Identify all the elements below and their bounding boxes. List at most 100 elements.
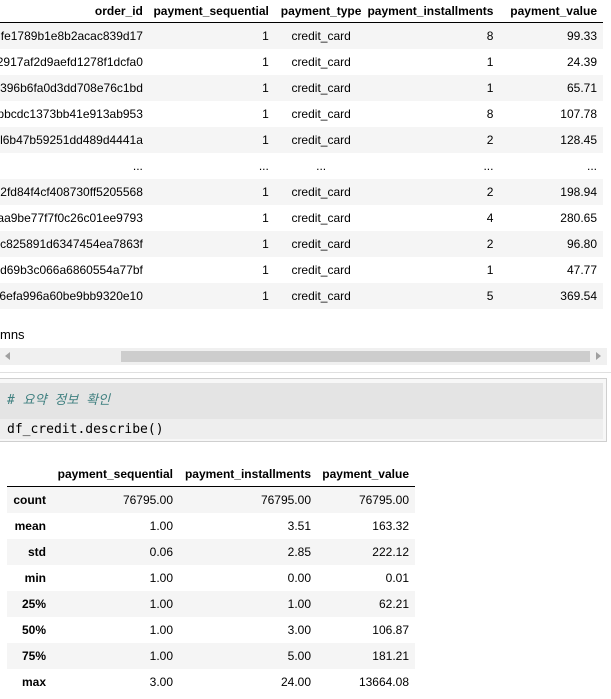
table-row: pbcdc1373bb41e913ab953 1 credit_card 8 107.7… bbox=[0, 101, 603, 127]
table-cell: 76795.00 bbox=[179, 486, 317, 513]
table-cell: 1.00 bbox=[179, 591, 317, 617]
table-row: 50% 1.00 3.00 106.87 bbox=[7, 617, 415, 643]
row-label: 25% bbox=[7, 591, 52, 617]
table-cell: 1.00 bbox=[149, 623, 173, 637]
table-cell: 99.33 bbox=[499, 22, 603, 49]
table-cell: 1 bbox=[148, 231, 275, 257]
describe-dataframe: payment_sequential payment_installments pa… bbox=[7, 461, 415, 695]
table-cell: 1 bbox=[148, 22, 275, 49]
table-cell: 2fd84f4cf408730ff5205568 bbox=[0, 179, 149, 205]
table-cell: 280.65 bbox=[560, 211, 597, 225]
column-header-payment-type: payment_type bbox=[274, 0, 368, 23]
table-cell: ... bbox=[586, 159, 597, 173]
table-row: count 76795.00 76795.00 76795.00 bbox=[7, 486, 415, 513]
table-cell: credit_card bbox=[274, 283, 368, 309]
table-cell: 3.00 bbox=[149, 675, 173, 689]
table-cell: credit_card bbox=[274, 127, 368, 153]
table-cell: 13664.08 bbox=[358, 675, 409, 689]
code-line: df_credit.describe() bbox=[7, 422, 164, 437]
row-label: max bbox=[21, 675, 46, 689]
columns-summary-text: mns bbox=[0, 327, 25, 342]
table-cell: 396b6fa0d3dd708e76c1bd bbox=[0, 75, 149, 101]
column-header-payment-value: payment_value bbox=[317, 461, 415, 487]
table-cell: 6efa996a60be9bb9320e10 bbox=[0, 283, 149, 309]
table-row: d69b3c066a6860554a77bf 1 credit_card 1 47.77 bbox=[0, 257, 603, 283]
row-label: 50% bbox=[21, 623, 46, 637]
table-row: 396b6fa0d3dd708e76c1bd 1 credit_card 1 65.71 bbox=[0, 75, 603, 101]
table-cell: 369.54 bbox=[499, 283, 603, 309]
table-row: min 1.00 0.00 0.01 bbox=[7, 565, 415, 591]
code-editor[interactable]: # 요약 정보 확인 df_credit.describe() bbox=[0, 383, 603, 439]
table-row: 75% 1.00 5.00 181.21 bbox=[7, 643, 415, 669]
horizontal-scrollbar[interactable] bbox=[0, 348, 607, 365]
table-cell: 2 bbox=[367, 127, 500, 153]
table-cell: 128.45 bbox=[499, 127, 603, 153]
table-cell: 1.00 bbox=[149, 519, 173, 533]
table-row: mean 1.00 3.51 163.32 bbox=[7, 513, 415, 539]
row-label: 75% bbox=[7, 643, 52, 669]
table-cell: 1 bbox=[262, 211, 269, 225]
table-row: ............... bbox=[0, 153, 603, 179]
table-cell: 0.06 bbox=[52, 539, 179, 565]
table-row: 25% 1.00 1.00 62.21 bbox=[7, 591, 415, 617]
table-cell: ... bbox=[316, 159, 327, 173]
table-cell: 107.78 bbox=[560, 107, 597, 121]
row-label: count bbox=[7, 486, 52, 513]
row-label: mean bbox=[14, 519, 46, 533]
table-row: c825891d6347454ea7863f 1 credit_card 2 96.80 bbox=[0, 231, 603, 257]
column-header-order-id: order_id bbox=[0, 0, 149, 23]
column-header-payment-sequential: payment_sequential bbox=[148, 0, 275, 23]
table-cell: credit_card bbox=[274, 75, 368, 101]
table-cell: l6b47b59251dd489d4441a bbox=[0, 127, 149, 153]
table-cell: credit_card bbox=[274, 231, 368, 257]
table-cell: 1 bbox=[148, 75, 275, 101]
table-row: 2917af2d9aefd1278f1dcfa0 1 credit_card 1 24.… bbox=[0, 49, 603, 75]
table-cell: 1 bbox=[486, 263, 494, 277]
table-cell: pbcdc1373bb41e913ab953 bbox=[0, 107, 143, 121]
table-cell: 222.12 bbox=[317, 539, 415, 565]
scroll-left-arrow-icon[interactable] bbox=[5, 352, 10, 360]
table-cell: 1 bbox=[486, 55, 494, 69]
cell-divider bbox=[0, 372, 611, 373]
table-cell: credit_card bbox=[291, 107, 351, 121]
table-cell: fe1789b1e8b2acac839d17 bbox=[0, 22, 149, 49]
table-cell: 1.00 bbox=[52, 591, 179, 617]
table-cell: 24.39 bbox=[566, 55, 597, 69]
scrollbar-thumb[interactable] bbox=[121, 351, 590, 362]
table-cell: credit_card bbox=[291, 55, 351, 69]
table-row: std 0.06 2.85 222.12 bbox=[7, 539, 415, 565]
table-cell: 5.00 bbox=[179, 643, 317, 669]
table-cell: 3.51 bbox=[287, 519, 311, 533]
table-cell: 0.01 bbox=[385, 571, 409, 585]
table-cell: 2 bbox=[367, 231, 500, 257]
table-cell: credit_card bbox=[291, 263, 351, 277]
table-row: aa9be77f7f0c26c01ee9793 1 credit_card 4 280.… bbox=[0, 205, 603, 231]
code-cell[interactable]: # 요약 정보 확인 df_credit.describe() bbox=[0, 378, 607, 442]
scroll-right-arrow-icon[interactable] bbox=[596, 352, 601, 360]
index-header bbox=[7, 461, 52, 487]
table-cell: 62.21 bbox=[317, 591, 415, 617]
table-cell: 96.80 bbox=[499, 231, 603, 257]
table-cell: c825891d6347454ea7863f bbox=[0, 231, 149, 257]
table-cell: 198.94 bbox=[499, 179, 603, 205]
table-cell: 2917af2d9aefd1278f1dcfa0 bbox=[0, 55, 143, 69]
table-cell: 1 bbox=[148, 179, 275, 205]
table-cell: aa9be77f7f0c26c01ee9793 bbox=[0, 211, 143, 225]
table-cell: 8 bbox=[486, 107, 494, 121]
table-cell: 1.00 bbox=[149, 571, 173, 585]
table-row: fe1789b1e8b2acac839d17 1 credit_card 8 99.33 bbox=[0, 22, 603, 49]
table-cell: d69b3c066a6860554a77bf bbox=[0, 263, 143, 277]
table-cell: 1 bbox=[148, 283, 275, 309]
table-cell: 3.00 bbox=[287, 623, 311, 637]
table-cell: 2.85 bbox=[179, 539, 317, 565]
column-header-payment-value: payment_value bbox=[499, 0, 603, 23]
table-cell: 106.87 bbox=[372, 623, 409, 637]
column-header-payment-installments: payment_installments bbox=[179, 461, 317, 487]
table-cell: 5 bbox=[367, 283, 500, 309]
table-cell: 8 bbox=[367, 22, 500, 49]
table-cell: 24.00 bbox=[280, 675, 311, 689]
table-row: 6efa996a60be9bb9320e10 1 credit_card 5 369.5… bbox=[0, 283, 603, 309]
describe-header-row: payment_sequential payment_installments pa… bbox=[7, 461, 415, 487]
table-cell: 1 bbox=[367, 75, 500, 101]
row-label: std bbox=[7, 539, 52, 565]
